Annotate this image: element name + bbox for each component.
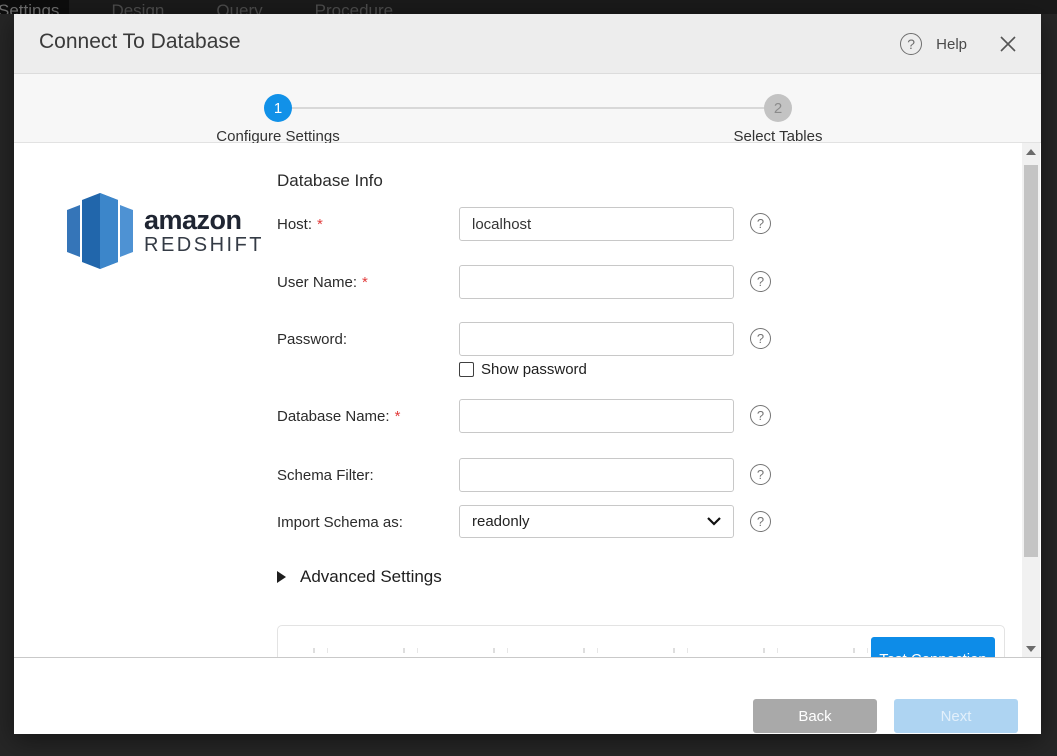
username-help-icon[interactable]: ?	[750, 271, 771, 292]
dialog-title: Connect To Database	[39, 30, 241, 54]
partially-visible-text	[313, 648, 873, 653]
step-select-tables[interactable]: 2 Select Tables	[668, 74, 888, 145]
back-button[interactable]: Back	[753, 699, 877, 733]
logo-brand-text: amazon	[144, 206, 264, 234]
next-button[interactable]: Next	[894, 699, 1018, 733]
step-1-circle: 1	[264, 94, 292, 122]
username-input[interactable]	[459, 265, 734, 299]
scroll-down-arrow[interactable]	[1022, 640, 1040, 658]
background-app-tab-bar: Settings Design Query Procedure	[0, 0, 1057, 14]
vertical-scrollbar[interactable]	[1022, 143, 1040, 658]
show-password-checkbox[interactable]	[459, 362, 474, 377]
show-password-checkbox-row[interactable]: Show password	[459, 361, 587, 378]
import-schema-selected-value: readonly	[472, 513, 530, 530]
required-asterisk: *	[362, 274, 368, 291]
schema-filter-label: Schema Filter:	[277, 467, 374, 484]
schema-filter-input[interactable]	[459, 458, 734, 492]
app-tab-design[interactable]: Design	[101, 0, 174, 14]
step-configure-settings[interactable]: 1 Configure Settings	[168, 74, 388, 145]
host-input[interactable]	[459, 207, 734, 241]
host-label: Host:*	[277, 216, 323, 233]
password-help-icon[interactable]: ?	[750, 328, 771, 349]
connect-to-database-dialog: Connect To Database ? Help 1 Configure S…	[14, 14, 1041, 734]
dialog-footer: Back Next	[14, 658, 1041, 734]
required-asterisk: *	[317, 216, 323, 233]
step-2-circle: 2	[764, 94, 792, 122]
app-tab-procedure[interactable]: Procedure	[305, 0, 403, 14]
amazon-redshift-logo: amazon REDSHIFT	[66, 193, 266, 269]
dialog-body-scroll-area: amazon REDSHIFT Database Info Host:* ? U…	[14, 143, 1041, 658]
advanced-settings-toggle[interactable]: Advanced Settings	[277, 567, 442, 587]
scrollbar-thumb[interactable]	[1024, 165, 1038, 557]
logo-product-text: REDSHIFT	[144, 234, 264, 256]
password-input[interactable]	[459, 322, 734, 356]
app-tab-settings[interactable]: Settings	[0, 0, 69, 14]
app-tab-query[interactable]: Query	[206, 0, 272, 14]
connection-test-panel: Test Connection	[277, 625, 1005, 658]
wizard-stepper: 1 Configure Settings 2 Select Tables	[14, 74, 1041, 143]
database-name-input[interactable]	[459, 399, 734, 433]
close-icon[interactable]	[997, 33, 1019, 55]
database-name-label: Database Name:*	[277, 408, 400, 425]
help-question-icon[interactable]: ?	[900, 33, 922, 55]
import-schema-label: Import Schema as:	[277, 514, 403, 531]
schema-filter-help-icon[interactable]: ?	[750, 464, 771, 485]
scroll-up-arrow[interactable]	[1022, 143, 1040, 161]
database-info-heading: Database Info	[277, 171, 383, 191]
host-help-icon[interactable]: ?	[750, 213, 771, 234]
redshift-barrel-icon	[66, 193, 134, 269]
dialog-header: Connect To Database ? Help	[14, 14, 1041, 74]
test-connection-button[interactable]: Test Connection	[871, 637, 995, 658]
username-label: User Name:*	[277, 274, 368, 291]
required-asterisk: *	[395, 408, 401, 425]
chevron-down-icon	[707, 517, 721, 526]
triangle-right-icon	[277, 571, 286, 583]
import-schema-select[interactable]: readonly	[459, 505, 734, 538]
import-schema-help-icon[interactable]: ?	[750, 511, 771, 532]
show-password-label: Show password	[481, 361, 587, 378]
advanced-settings-label: Advanced Settings	[300, 567, 442, 587]
password-label: Password:	[277, 331, 347, 348]
help-button[interactable]: Help	[936, 36, 967, 53]
database-name-help-icon[interactable]: ?	[750, 405, 771, 426]
screen: Settings Design Query Procedure Connect …	[0, 0, 1057, 756]
